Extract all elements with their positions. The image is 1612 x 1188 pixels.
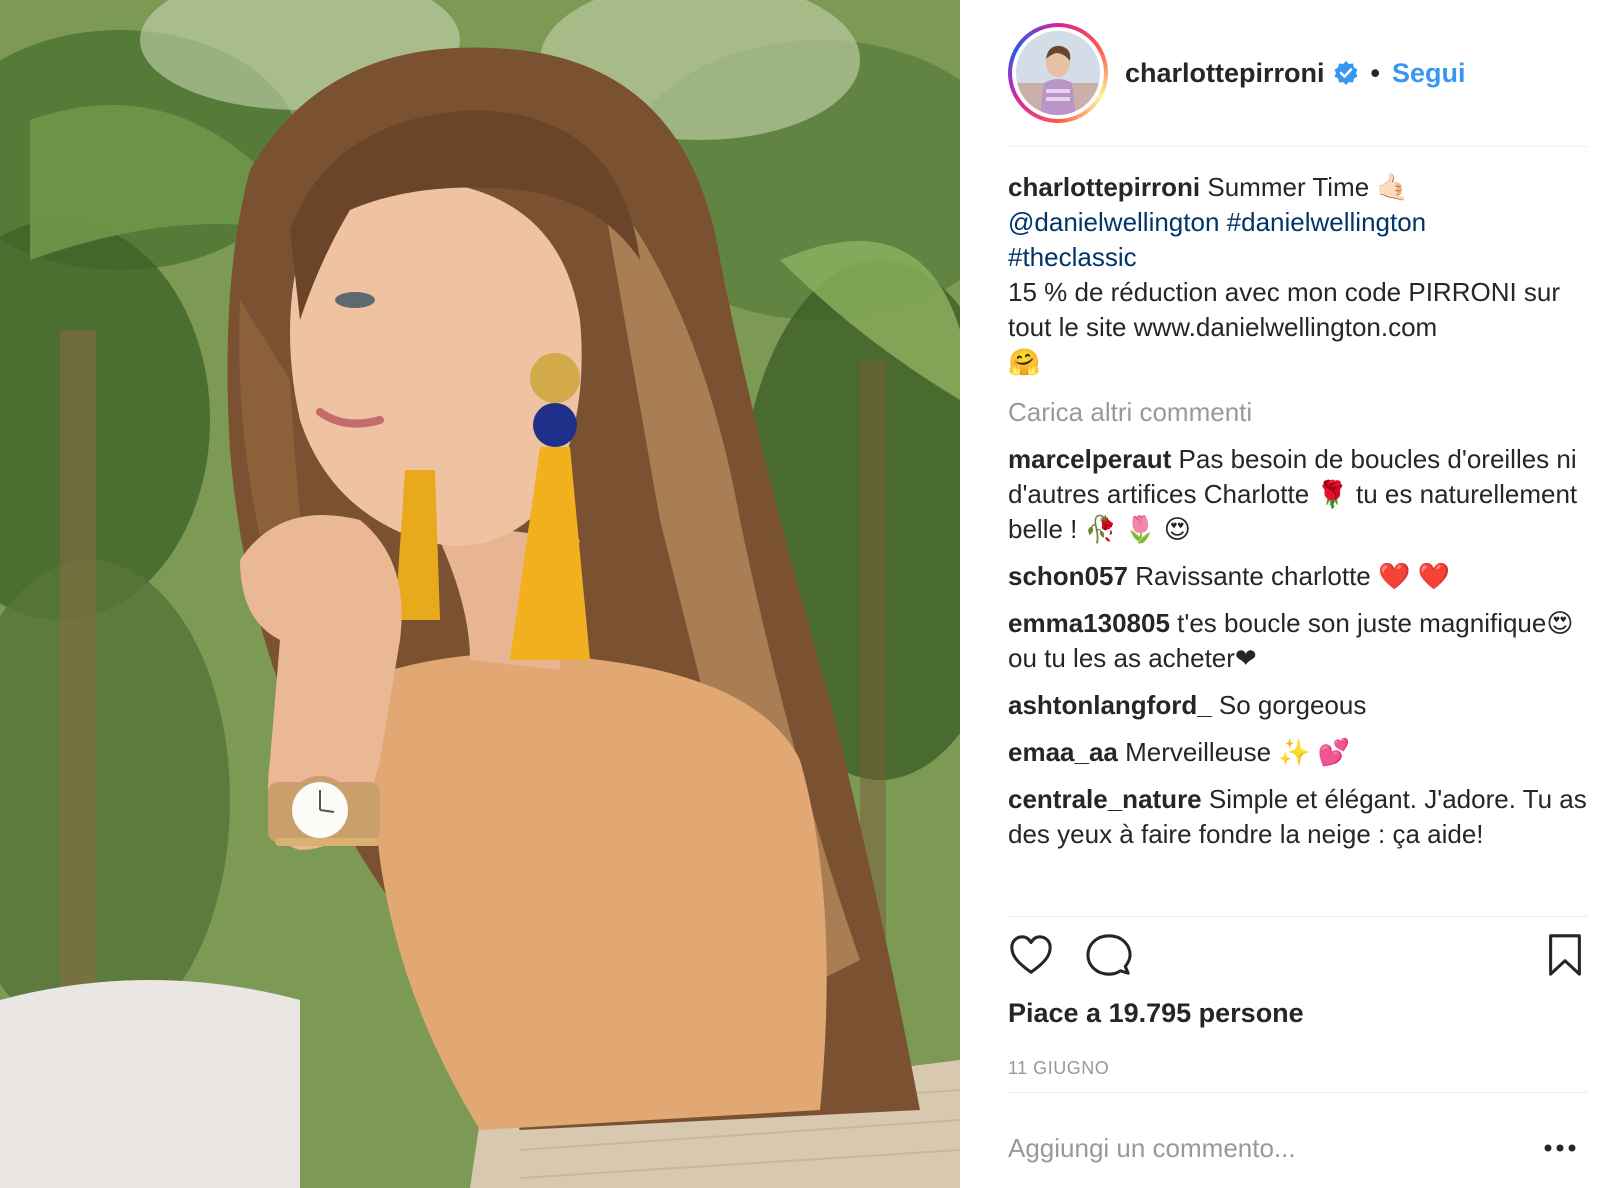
caption-hashtag[interactable]: #danielwellington xyxy=(1227,207,1426,237)
avatar[interactable] xyxy=(1008,23,1108,123)
heart-icon[interactable] xyxy=(1008,932,1054,978)
post-sidebar: charlottepirroni • Segui charlottepirron… xyxy=(960,0,1612,1188)
caption-text: Summer Time 🤙🏻 xyxy=(1207,172,1409,202)
avatar-image xyxy=(1016,31,1100,115)
comments-list[interactable]: charlottepirroni Summer Time 🤙🏻 @danielw… xyxy=(1008,170,1588,916)
caption-mention[interactable]: @danielwellington xyxy=(1008,207,1219,237)
comment-username[interactable]: emaa_aa xyxy=(1008,737,1118,767)
caption-hashtag[interactable]: #theclassic xyxy=(1008,242,1137,272)
avatar-portrait xyxy=(1016,31,1100,115)
comment-text: Merveilleuse ✨ 💕 xyxy=(1125,737,1351,767)
post-date[interactable]: 11 GIUGNO xyxy=(1008,1058,1109,1079)
header-username[interactable]: charlottepirroni xyxy=(1125,58,1325,89)
comment: ashtonlangford_ So gorgeous xyxy=(1008,688,1588,723)
comment: marcelperaut Pas besoin de boucles d'ore… xyxy=(1008,442,1588,547)
post-actions xyxy=(1008,932,1588,982)
comment-username[interactable]: centrale_nature xyxy=(1008,784,1202,814)
load-more-comments-button[interactable]: Carica altri commenti xyxy=(1008,395,1588,430)
comment-text: So gorgeous xyxy=(1218,690,1367,720)
caption-emoji: 🤗 xyxy=(1008,347,1041,377)
comment-username[interactable]: schon057 xyxy=(1008,561,1128,591)
likes-count[interactable]: Piace a 19.795 persone xyxy=(1008,998,1304,1029)
add-comment-input[interactable] xyxy=(1008,1128,1528,1168)
header-separator: • xyxy=(1370,57,1380,88)
comment-bubble-icon[interactable] xyxy=(1086,932,1132,978)
bookmark-icon[interactable] xyxy=(1542,932,1588,978)
caption-username[interactable]: charlottepirroni xyxy=(1008,172,1200,202)
comment: emaa_aa Merveilleuse ✨ 💕 xyxy=(1008,735,1588,770)
post-header: charlottepirroni • Segui xyxy=(1008,0,1588,147)
comment-username[interactable]: emma130805 xyxy=(1008,608,1170,638)
caption-discount-text: 15 % de réduction avec mon code PIRRONI … xyxy=(1008,277,1561,342)
comment: emma130805 t'es boucle son juste magnifi… xyxy=(1008,606,1588,676)
comment: schon057 Ravissante charlotte ❤️ ❤️ xyxy=(1008,559,1588,594)
more-options-icon[interactable] xyxy=(1540,1136,1580,1160)
comment: centrale_nature Simple et élégant. J'ado… xyxy=(1008,782,1588,852)
verified-badge-icon xyxy=(1334,61,1358,85)
divider xyxy=(1008,1092,1588,1093)
post-photo[interactable] xyxy=(0,0,960,1188)
comment-username[interactable]: marcelperaut xyxy=(1008,444,1171,474)
divider xyxy=(1008,916,1588,917)
post-photo-illustration xyxy=(0,0,960,1188)
instagram-post: charlottepirroni • Segui charlottepirron… xyxy=(0,0,1612,1188)
comment-text: Ravissante charlotte ❤️ ❤️ xyxy=(1135,561,1450,591)
follow-button[interactable]: Segui xyxy=(1392,58,1466,89)
post-caption: charlottepirroni Summer Time 🤙🏻 @danielw… xyxy=(1008,170,1588,380)
comment-username[interactable]: ashtonlangford_ xyxy=(1008,690,1212,720)
